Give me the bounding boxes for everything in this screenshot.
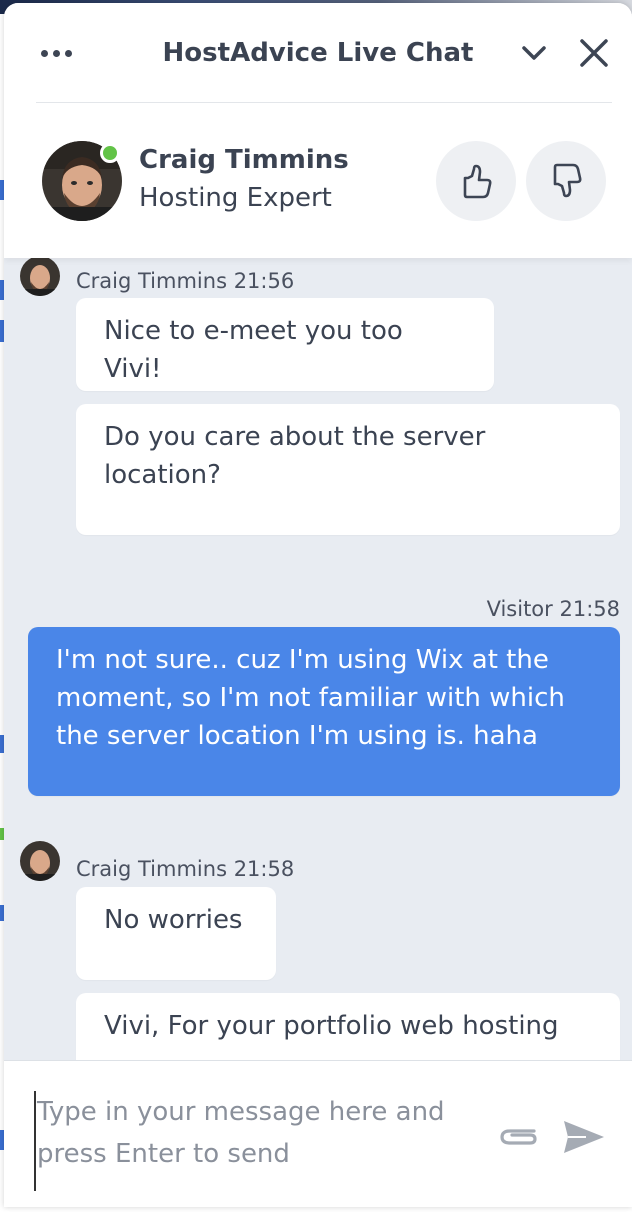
agent-name: Craig Timmins (139, 145, 349, 175)
chevron-down-icon[interactable] (514, 33, 554, 73)
agent-avatar-small (20, 258, 60, 296)
paperclip-icon[interactable] (494, 1119, 542, 1155)
close-icon[interactable] (574, 33, 614, 73)
agent-message-bubble: No worries (76, 887, 276, 980)
agent-avatar-small (20, 841, 60, 881)
message-sender-time: Craig Timmins 21:56 (76, 269, 295, 293)
thumbs-up-icon[interactable] (436, 141, 516, 221)
message-sender-time: Visitor 21:58 (486, 597, 620, 621)
agent-message-bubble: Nice to e-meet you too Vivi! (76, 298, 494, 391)
live-chat-widget: HostAdvice Live Chat Craig Timmins Hosti… (4, 3, 632, 1207)
online-status-indicator (100, 143, 120, 163)
chat-header: HostAdvice Live Chat Craig Timmins Hosti… (4, 3, 632, 258)
message-list[interactable]: Craig Timmins 21:56 Nice to e-meet you t… (4, 258, 632, 1060)
agent-message-bubble: Vivi, For your portfolio web hosting (76, 993, 620, 1060)
message-input[interactable]: Type in your message here and press Ente… (34, 1091, 474, 1191)
message-sender-time: Craig Timmins 21:58 (76, 857, 295, 881)
thumbs-down-icon[interactable] (526, 141, 606, 221)
more-dots-icon[interactable] (34, 35, 78, 71)
send-icon[interactable] (560, 1115, 608, 1159)
chat-title: HostAdvice Live Chat (162, 38, 474, 68)
agent-role: Hosting Expert (139, 183, 332, 213)
visitor-message-bubble: I'm not sure.. cuz I'm using Wix at the … (28, 627, 620, 796)
title-row: HostAdvice Live Chat (4, 3, 632, 103)
agent-message-bubble: Do you care about the server location? (76, 404, 620, 535)
agent-info: Craig Timmins Hosting Expert (4, 103, 632, 258)
message-composer: Type in your message here and press Ente… (4, 1060, 632, 1207)
